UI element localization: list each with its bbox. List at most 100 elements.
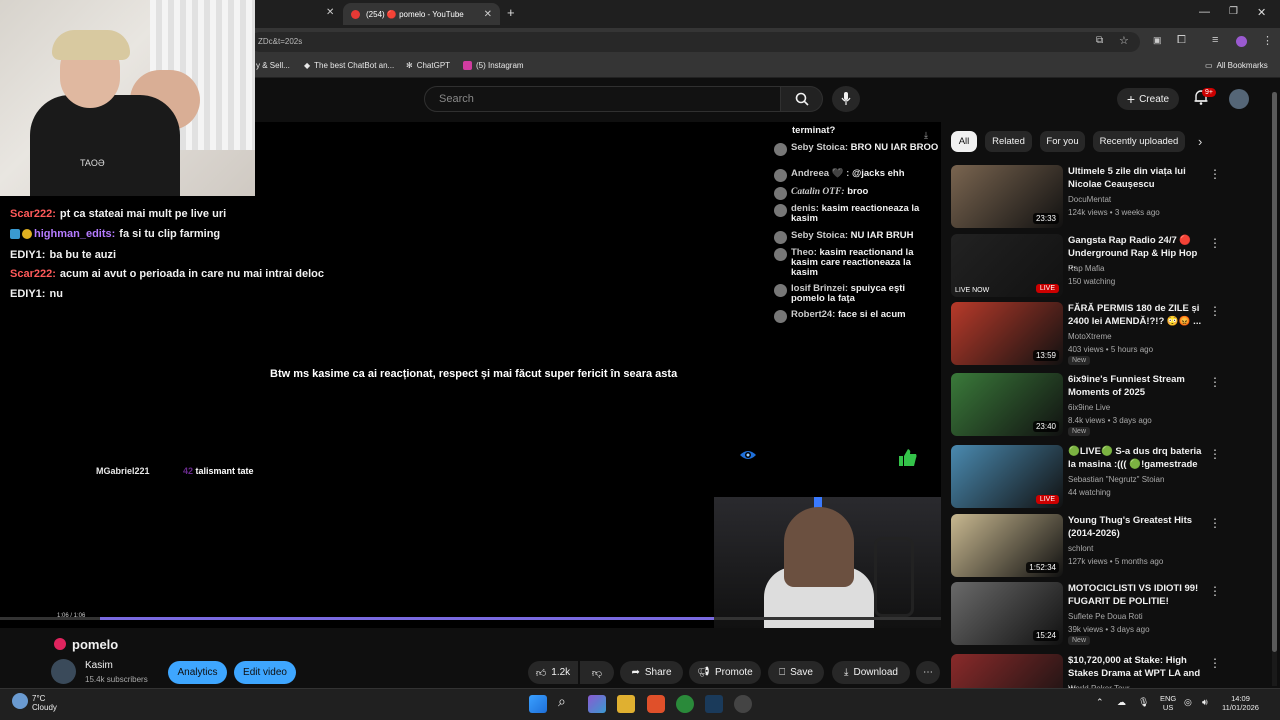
- chip-related[interactable]: Related: [985, 131, 1032, 152]
- url-field[interactable]: ZDc&t=202s: [250, 32, 1140, 52]
- bookmark-item[interactable]: ◆ The best ChatBot an...: [304, 61, 394, 70]
- video-thumbnail[interactable]: 23:33: [951, 165, 1063, 228]
- account-avatar[interactable]: [1229, 89, 1249, 109]
- scrollbar-thumb[interactable]: [1272, 92, 1277, 652]
- recommendation-card[interactable]: 13:59 FĂRĂ PERMIS 180 de ZILE și 2400 lei…: [951, 302, 1266, 366]
- recommendation-title[interactable]: Ultimele 5 zile din viața lui Nicolae Ce…: [1068, 166, 1203, 191]
- video-thumbnail[interactable]: 15:24: [951, 582, 1063, 645]
- recommendation-card[interactable]: 1:52:34 Young Thug's Greatest Hits (2014-…: [951, 514, 1266, 578]
- recommendation-channel[interactable]: Suflete Pe Doua Roti: [1068, 612, 1143, 621]
- webcam-overlay: TAOƏ: [0, 0, 255, 196]
- bookmark-item[interactable]: y & Sell...: [256, 61, 290, 70]
- more-icon[interactable]: ⋮: [1209, 447, 1221, 461]
- recommendation-title[interactable]: Young Thug's Greatest Hits (2014-2026): [1068, 515, 1203, 540]
- voice-search-button[interactable]: [832, 86, 860, 112]
- puzzle-icon[interactable]: ⧠: [1177, 34, 1186, 47]
- all-bookmarks[interactable]: ▭ All Bookmarks: [1205, 61, 1268, 70]
- save-button[interactable]: ⎕ Save: [768, 661, 824, 684]
- recommendation-channel[interactable]: Rap Mafia: [1068, 264, 1104, 273]
- file-explorer-icon[interactable]: [617, 695, 635, 713]
- recommendation-channel[interactable]: DocuMentat: [1068, 195, 1111, 204]
- channel-name[interactable]: Kasim: [85, 660, 113, 671]
- more-icon[interactable]: ⋮: [1209, 656, 1221, 670]
- copilot-icon[interactable]: [588, 695, 606, 713]
- create-button[interactable]: + Create: [1117, 88, 1179, 110]
- recommendation-channel[interactable]: Sebastian "Negrutz" Stoian: [1068, 475, 1164, 484]
- close-tab-icon[interactable]: ✕: [326, 7, 334, 18]
- dislike-button[interactable]: 👎︎: [580, 661, 614, 684]
- mic-tray-icon[interactable]: 🎙︎: [1138, 697, 1149, 708]
- more-icon[interactable]: ⋮: [1209, 516, 1221, 530]
- install-icon[interactable]: ⧉: [1096, 35, 1103, 46]
- recommendation-meta: 8.4k views • 3 days ago: [1068, 416, 1152, 425]
- tab-youtube[interactable]: (254) 🔴 pomelo - YouTube ✕: [343, 3, 500, 25]
- download-button[interactable]: ⤓ Download: [832, 661, 910, 684]
- instagram-icon: [463, 61, 472, 70]
- close-tab-icon[interactable]: ✕: [484, 9, 492, 20]
- search-icon[interactable]: ⌕: [558, 693, 566, 710]
- search-button[interactable]: [781, 86, 823, 112]
- maximize-icon[interactable]: ❐: [1229, 6, 1238, 17]
- video-thumbnail[interactable]: LIVE LIVE NOW: [951, 234, 1063, 297]
- extension-icon[interactable]: ▣: [1153, 35, 1162, 46]
- bookmark-item[interactable]: ✻ ChatGPT: [406, 61, 450, 70]
- bookmark-label: (5) Instagram: [476, 61, 524, 70]
- recommendation-card[interactable]: 23:33 Ultimele 5 zile din viața lui Nicol…: [951, 165, 1266, 229]
- language-indicator[interactable]: ENG US: [1160, 694, 1176, 712]
- weather-widget[interactable]: 7°C Cloudy: [32, 694, 57, 712]
- network-icon[interactable]: ◎: [1184, 697, 1192, 708]
- profile-icon[interactable]: [1236, 36, 1247, 47]
- recommendation-card[interactable]: 15:24 MOTOCICLISTI VS IDIOTI 99! FUGARIT …: [951, 582, 1266, 646]
- reading-list-icon[interactable]: ≡: [1212, 34, 1218, 46]
- clock[interactable]: 14:09 11/01/2026: [1222, 694, 1259, 712]
- recommendation-card[interactable]: LIVE 🟢LIVE🟢 S-a dus drq bateria la masina…: [951, 445, 1266, 509]
- bookmark-star-icon[interactable]: ☆: [1119, 34, 1129, 47]
- recommendation-channel[interactable]: 6ix9ine Live: [1068, 403, 1110, 412]
- more-icon[interactable]: ⋮: [1209, 584, 1221, 598]
- brave-icon[interactable]: [647, 695, 665, 713]
- like-button[interactable]: 👍︎ 1.2k: [528, 661, 578, 684]
- recommendation-channel[interactable]: schlont: [1068, 544, 1093, 553]
- video-thumbnail[interactable]: 1:52:34: [951, 514, 1063, 577]
- recommendation-title[interactable]: 🟢LIVE🟢 S-a dus drq bateria la masina :((…: [1068, 446, 1203, 471]
- recommendation-title[interactable]: FĂRĂ PERMIS 180 de ZILE și 2400 lei AMEN…: [1068, 303, 1203, 328]
- chat-user: EDIY1:: [10, 249, 46, 261]
- more-icon[interactable]: ⋮: [1209, 375, 1221, 389]
- recommendation-channel[interactable]: MotoXtreme: [1068, 332, 1112, 341]
- steam-icon[interactable]: [705, 695, 723, 713]
- more-actions-button[interactable]: ⋯: [916, 661, 940, 684]
- recommendation-title[interactable]: MOTOCICLISTI VS IDIOTI 99! FUGARIT DE PO…: [1068, 583, 1203, 608]
- new-tab-icon[interactable]: +: [507, 5, 515, 20]
- chat-text: @jacks ehh: [851, 168, 905, 179]
- recommendation-card[interactable]: LIVE LIVE NOW Gangsta Rap Radio 24/7 🔴 Und…: [951, 234, 1266, 298]
- chevron-right-icon[interactable]: ›: [1198, 134, 1202, 149]
- analytics-button[interactable]: Analytics: [168, 661, 227, 684]
- chrome-icon[interactable]: [676, 695, 694, 713]
- more-icon[interactable]: ⋮: [1209, 236, 1221, 250]
- close-window-icon[interactable]: ✕: [1257, 6, 1266, 19]
- tray-chevron-icon[interactable]: ⌃: [1096, 697, 1104, 708]
- bookmark-item[interactable]: (5) Instagram: [463, 61, 524, 70]
- chip-all[interactable]: All: [951, 131, 977, 152]
- chip-recently-uploaded[interactable]: Recently uploaded: [1093, 131, 1185, 152]
- tray-app-icon[interactable]: ☁: [1117, 697, 1126, 708]
- channel-avatar[interactable]: [51, 659, 76, 684]
- share-button[interactable]: ➦ Share: [620, 661, 683, 684]
- edit-video-button[interactable]: Edit video: [234, 661, 296, 684]
- chip-for-you[interactable]: For you: [1040, 131, 1085, 152]
- volume-icon[interactable]: 🔊︎: [1202, 697, 1208, 708]
- app-icon[interactable]: [734, 695, 752, 713]
- more-icon[interactable]: ⋮: [1209, 167, 1221, 181]
- thumbs-down-icon: 👎︎: [591, 667, 603, 679]
- recommendation-card[interactable]: 23:40 6ix9ine's Funniest Stream Moments o…: [951, 373, 1266, 437]
- more-icon[interactable]: ⋮: [1209, 304, 1221, 318]
- search-input[interactable]: Search: [424, 86, 781, 112]
- promote-button[interactable]: 📢︎ Promote: [689, 661, 761, 684]
- video-thumbnail[interactable]: LIVE: [951, 445, 1063, 508]
- video-thumbnail[interactable]: 23:40: [951, 373, 1063, 436]
- video-thumbnail[interactable]: 13:59: [951, 302, 1063, 365]
- menu-icon[interactable]: ⋮: [1262, 34, 1273, 47]
- recommendation-title[interactable]: 6ix9ine's Funniest Stream Moments of 202…: [1068, 374, 1203, 399]
- minimize-icon[interactable]: —: [1199, 6, 1210, 18]
- start-icon[interactable]: [529, 695, 547, 713]
